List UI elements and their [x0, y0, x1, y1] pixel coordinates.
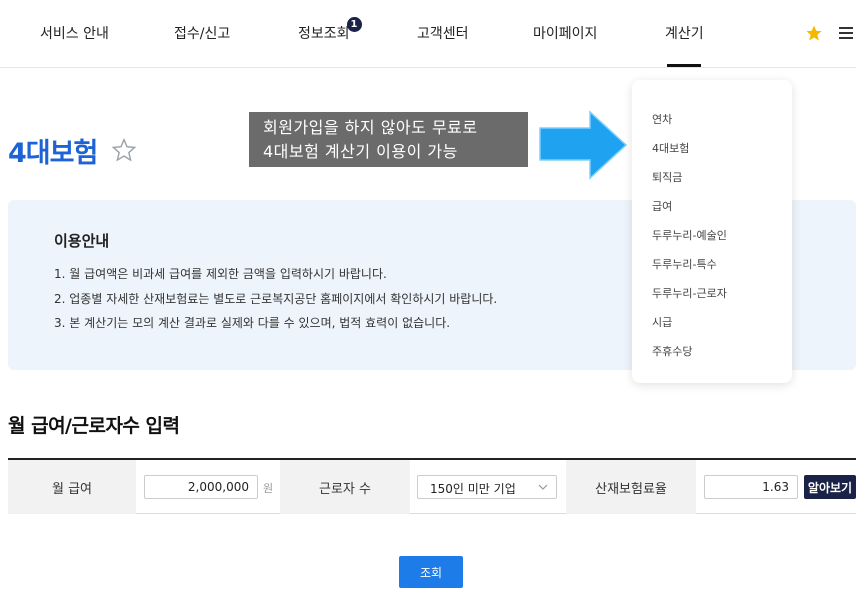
- favorite-star-icon[interactable]: [111, 137, 137, 163]
- usage-guide-line: 2. 업종별 자세한 산재보험료는 별도로 근로복지공단 홈페이지에서 확인하시…: [54, 292, 498, 306]
- top-nav: 서비스 안내 접수/신고 정보조회 1 고객센터 마이페이지 계산기: [0, 0, 856, 68]
- rate-input[interactable]: [704, 475, 798, 499]
- nav-item-service[interactable]: 서비스 안내: [40, 23, 109, 43]
- nav-item-report[interactable]: 접수/신고: [174, 23, 230, 43]
- section-title: 월 급여/근로자수 입력: [8, 415, 180, 437]
- nav-item-info-label: 정보조회: [298, 26, 350, 42]
- usage-guide-line: 3. 본 계산기는 모의 계산 결과로 실제와 다를 수 있으며, 법적 효력이…: [54, 316, 451, 330]
- notification-badge: 1: [346, 17, 362, 32]
- arrow-right-icon: [539, 110, 628, 180]
- dropdown-item-annual-leave[interactable]: 연차: [652, 111, 672, 127]
- annotation-callout: 회원가입을 하지 않아도 무료로 4대보험 계산기 이용이 가능: [249, 112, 528, 167]
- workers-select-value: 150인 미만 기업: [430, 482, 516, 496]
- dropdown-item-durunuri-artist[interactable]: 두루누리-예술인: [652, 227, 727, 243]
- rate-label: 산재보험료율: [566, 460, 696, 514]
- nav-item-support[interactable]: 고객센터: [417, 23, 469, 43]
- star-icon[interactable]: [805, 24, 823, 42]
- calculator-dropdown-menu: 연차 4대보험 퇴직금 급여 두루누리-예술인 두루누리-특수 두루누리-근로자…: [632, 80, 792, 383]
- page-title: 4대보험: [8, 138, 98, 169]
- dropdown-item-severance[interactable]: 퇴직금: [652, 169, 682, 185]
- chevron-down-icon: [538, 484, 548, 490]
- dropdown-item-salary[interactable]: 급여: [652, 198, 672, 214]
- workers-select[interactable]: 150인 미만 기업: [417, 475, 557, 499]
- nav-item-mypage[interactable]: 마이페이지: [533, 23, 597, 43]
- callout-line-1: 회원가입을 하지 않아도 무료로: [263, 118, 478, 137]
- hamburger-menu-icon[interactable]: [839, 27, 853, 39]
- usage-guide-title: 이용안내: [54, 232, 110, 250]
- workers-label: 근로자 수: [280, 460, 410, 514]
- input-form-table: 월 급여 원 근로자 수 150인 미만 기업 산재보험료율 알아보기: [8, 458, 856, 514]
- active-tab-indicator: [667, 64, 701, 67]
- salary-input[interactable]: [144, 475, 258, 499]
- salary-unit: 원: [263, 482, 274, 495]
- callout-line-2: 4대보험 계산기 이용이 가능: [263, 142, 458, 161]
- dropdown-item-weekly-holiday-pay[interactable]: 주휴수당: [652, 343, 692, 359]
- search-button[interactable]: 조회: [399, 556, 463, 588]
- nav-item-info[interactable]: 정보조회 1: [298, 17, 362, 43]
- lookup-button[interactable]: 알아보기: [804, 475, 856, 499]
- dropdown-item-social-insurance[interactable]: 4대보험: [652, 140, 689, 156]
- dropdown-item-durunuri-special[interactable]: 두루누리-특수: [652, 256, 717, 272]
- salary-label: 월 급여: [8, 460, 136, 514]
- nav-item-calculator[interactable]: 계산기: [665, 23, 704, 43]
- dropdown-item-hourly-wage[interactable]: 시급: [652, 314, 672, 330]
- dropdown-item-durunuri-worker[interactable]: 두루누리-근로자: [652, 285, 727, 301]
- usage-guide-line: 1. 월 급여액은 비과세 급여를 제외한 금액을 입력하시기 바랍니다.: [54, 267, 387, 281]
